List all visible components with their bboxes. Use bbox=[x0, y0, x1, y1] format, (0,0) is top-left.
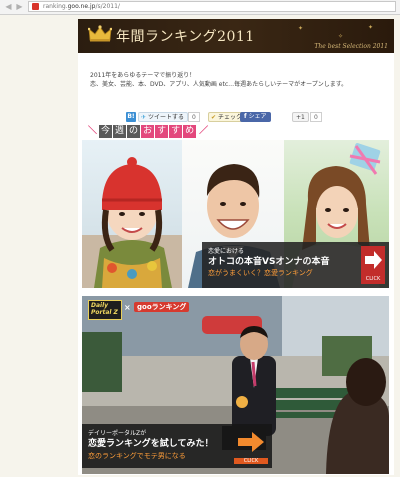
weekly-recommend-title: ＼ 今週のおすすめ／ bbox=[88, 125, 209, 138]
banner-subtitle: The best Selection 2011 bbox=[314, 43, 388, 50]
caption-headline: 恋愛ランキングを試してみた！ bbox=[88, 439, 214, 449]
forward-arrow-icon[interactable]: ▶ bbox=[15, 2, 24, 11]
url-text: ranking.goo.ne.jp/s/2011/ bbox=[43, 3, 120, 10]
check-icon: ✔ bbox=[211, 114, 217, 121]
intro-line-2: 恋、美女、芸能、本、DVD、アプリ、人気動画 etc…毎週あたらしいテーマがオー… bbox=[90, 81, 348, 88]
collab-cross: × bbox=[124, 303, 131, 312]
sparkle-icon: ✦ bbox=[298, 25, 304, 32]
facebook-share-button[interactable]: f シェア bbox=[240, 112, 271, 122]
main-content: 年間ランキング2011 The best Selection 2011 ✦ ✧ … bbox=[78, 19, 394, 475]
click-button[interactable]: CLICK bbox=[361, 246, 385, 284]
intro-line-1: 2011年をあらゆるテーマで振り返り！ bbox=[90, 72, 196, 79]
feature-banner-daily-portal[interactable]: Daily Portal Z × gooランキング デイリーポータルZが 恋愛ラ… bbox=[82, 296, 389, 474]
tweet-button[interactable]: ✈ ツイートする bbox=[138, 112, 188, 122]
feature-heading: ＼ 今週のおすすめ／ bbox=[82, 122, 389, 140]
feature-caption[interactable]: 恋愛における オトコの本音VSオンナの本音 恋がうまくいく？恋愛ランキング CL… bbox=[202, 242, 389, 288]
page-background: 年間ランキング2011 The best Selection 2011 ✦ ✧ … bbox=[0, 15, 400, 477]
feature2-caption[interactable]: デイリーポータルZが 恋愛ランキングを試してみた！ 恋のランキングでモテ男になる… bbox=[82, 424, 272, 468]
intro-text: 2011年をあらゆるテーマで振り返り！ 恋、美女、芸能、本、DVD、アプリ、人気… bbox=[90, 71, 380, 89]
arrow-right-icon bbox=[238, 432, 264, 452]
caption-subline: 恋のランキングでモテ男になる bbox=[88, 452, 186, 460]
browser-toolbar: ◀ ▶ ranking.goo.ne.jp/s/2011/ bbox=[0, 0, 400, 15]
arrow-right-icon bbox=[365, 251, 382, 269]
caption-subline: 恋がうまくいく？恋愛ランキング bbox=[208, 269, 313, 277]
google-plusone-button[interactable]: +1 bbox=[292, 112, 309, 122]
tweet-count: 0 bbox=[188, 112, 200, 122]
sparkle-icon: ✦ bbox=[368, 24, 374, 31]
sparkle-icon: ✧ bbox=[338, 33, 344, 40]
facebook-icon: f bbox=[244, 113, 247, 120]
goo-ranking-logo: gooランキング bbox=[134, 302, 190, 312]
ranking-banner[interactable]: 年間ランキング2011 The best Selection 2011 ✦ ✧ … bbox=[78, 19, 394, 53]
plusone-count: 0 bbox=[310, 112, 322, 122]
address-bar[interactable]: ranking.goo.ne.jp/s/2011/ bbox=[28, 1, 396, 12]
twitter-bird-icon: ✈ bbox=[141, 114, 147, 121]
crown-icon bbox=[88, 25, 112, 42]
banner-title: 年間ランキング2011 bbox=[116, 29, 255, 45]
daily-portal-z-logo: Daily Portal Z bbox=[88, 300, 122, 320]
feature-banner-weekly-pick[interactable]: ＼ 今週のおすすめ／ 恋愛における オトコの本音VSオンナの本音 恋がうまくいく… bbox=[82, 122, 389, 288]
photo-girl-red-hat bbox=[82, 140, 182, 288]
hatena-bookmark-button[interactable]: B! bbox=[126, 112, 136, 122]
goo-favicon bbox=[32, 3, 39, 10]
back-arrow-icon[interactable]: ◀ bbox=[4, 2, 13, 11]
click-button[interactable]: CLICK bbox=[234, 428, 268, 464]
caption-headline: オトコの本音VSオンナの本音 bbox=[208, 257, 330, 267]
